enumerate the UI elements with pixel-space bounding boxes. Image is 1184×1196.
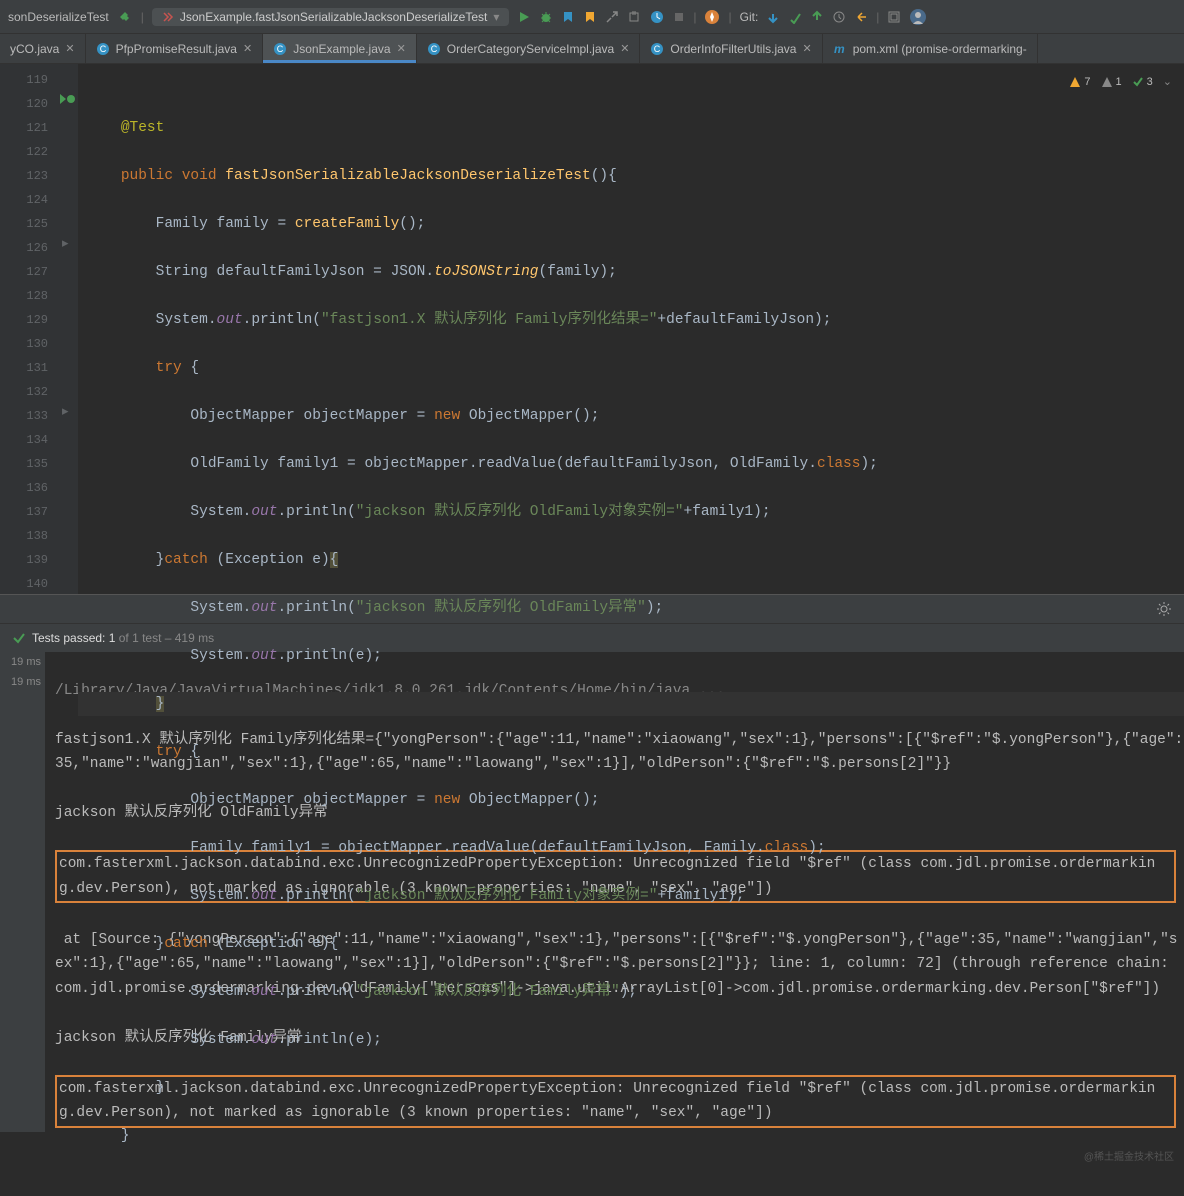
class-icon: C (650, 42, 664, 56)
run-config-dropdown[interactable]: JsonExample.fastJsonSerializableJacksonD… (152, 8, 510, 26)
test-tree[interactable]: 19 ms 19 ms (0, 652, 45, 1132)
rollback-icon[interactable] (854, 10, 868, 24)
profile-icon[interactable] (583, 10, 597, 24)
launch-icon[interactable] (605, 10, 619, 24)
chevron-down-icon: ▾ (493, 10, 499, 24)
clock-icon[interactable] (649, 9, 665, 25)
git-push-icon[interactable] (810, 10, 824, 24)
stop-icon[interactable] (673, 11, 685, 23)
hammer-icon[interactable] (117, 9, 133, 25)
coverage-icon[interactable] (561, 10, 575, 24)
error-triangle-icon (1069, 76, 1081, 88)
tab-jsonexample[interactable]: CJsonExample.java✕ (263, 34, 417, 63)
class-icon: C (96, 42, 110, 56)
svg-text:C: C (654, 44, 661, 54)
svg-text:C: C (277, 44, 284, 54)
close-icon[interactable]: ✕ (65, 42, 74, 55)
warn-triangle-icon (1101, 76, 1113, 88)
class-icon: C (273, 42, 287, 56)
git-pull-icon[interactable] (766, 10, 780, 24)
search-everywhere-icon[interactable] (887, 10, 901, 24)
class-icon: C (427, 42, 441, 56)
code-editor[interactable]: 1191201211221231241251261271281291301311… (0, 64, 1184, 594)
main-toolbar: sonDeserializeTest | JsonExample.fastJso… (0, 0, 1184, 34)
git-label: Git: (740, 10, 759, 24)
run-gutter-icon[interactable] (58, 92, 76, 106)
watermark: @稀土掘金技术社区 (1084, 1148, 1174, 1163)
svg-text:m: m (834, 42, 845, 56)
editor-tabs: yCO.java✕ CPfpPromiseResult.java✕ CJsonE… (0, 34, 1184, 64)
attach-icon[interactable] (627, 10, 641, 24)
close-icon[interactable]: ✕ (620, 42, 629, 55)
run-icon[interactable] (517, 10, 531, 24)
fold-icon[interactable]: ▸ (62, 236, 69, 251)
line-gutter: 1191201211221231241251261271281291301311… (0, 64, 56, 594)
close-icon[interactable]: ✕ (243, 42, 252, 55)
svg-text:C: C (99, 44, 106, 54)
arrows-icon (162, 11, 174, 23)
svg-text:C: C (431, 44, 438, 54)
tab-yco[interactable]: yCO.java✕ (0, 34, 86, 63)
avatar-icon[interactable] (909, 8, 927, 26)
debug-icon[interactable] (539, 10, 553, 24)
history-icon[interactable] (832, 10, 846, 24)
fold-icon[interactable]: ▸ (62, 404, 69, 419)
chevron-down-icon[interactable]: ⌄ (1163, 70, 1172, 94)
tab-orderinfofilter[interactable]: COrderInfoFilterUtils.java✕ (640, 34, 822, 63)
breadcrumb[interactable]: sonDeserializeTest (8, 10, 109, 24)
tab-pfppromise[interactable]: CPfpPromiseResult.java✕ (86, 34, 264, 63)
close-icon[interactable]: ✕ (802, 42, 811, 55)
compass-icon[interactable] (704, 9, 720, 25)
gutter-marks: ▸ ▸ (56, 64, 78, 594)
git-commit-icon[interactable] (788, 10, 802, 24)
ok-check-icon (1132, 76, 1144, 88)
check-icon (12, 631, 26, 645)
code-area[interactable]: 7 1 3 ⌄ @Test public void fastJsonSerial… (78, 64, 1184, 594)
close-icon[interactable]: ✕ (397, 42, 406, 55)
inspections-widget[interactable]: 7 1 3 ⌄ (1069, 70, 1172, 94)
maven-icon: m (833, 42, 847, 56)
tab-ordercategory[interactable]: COrderCategoryServiceImpl.java✕ (417, 34, 641, 63)
tab-pom[interactable]: mpom.xml (promise-ordermarking- (823, 34, 1038, 63)
